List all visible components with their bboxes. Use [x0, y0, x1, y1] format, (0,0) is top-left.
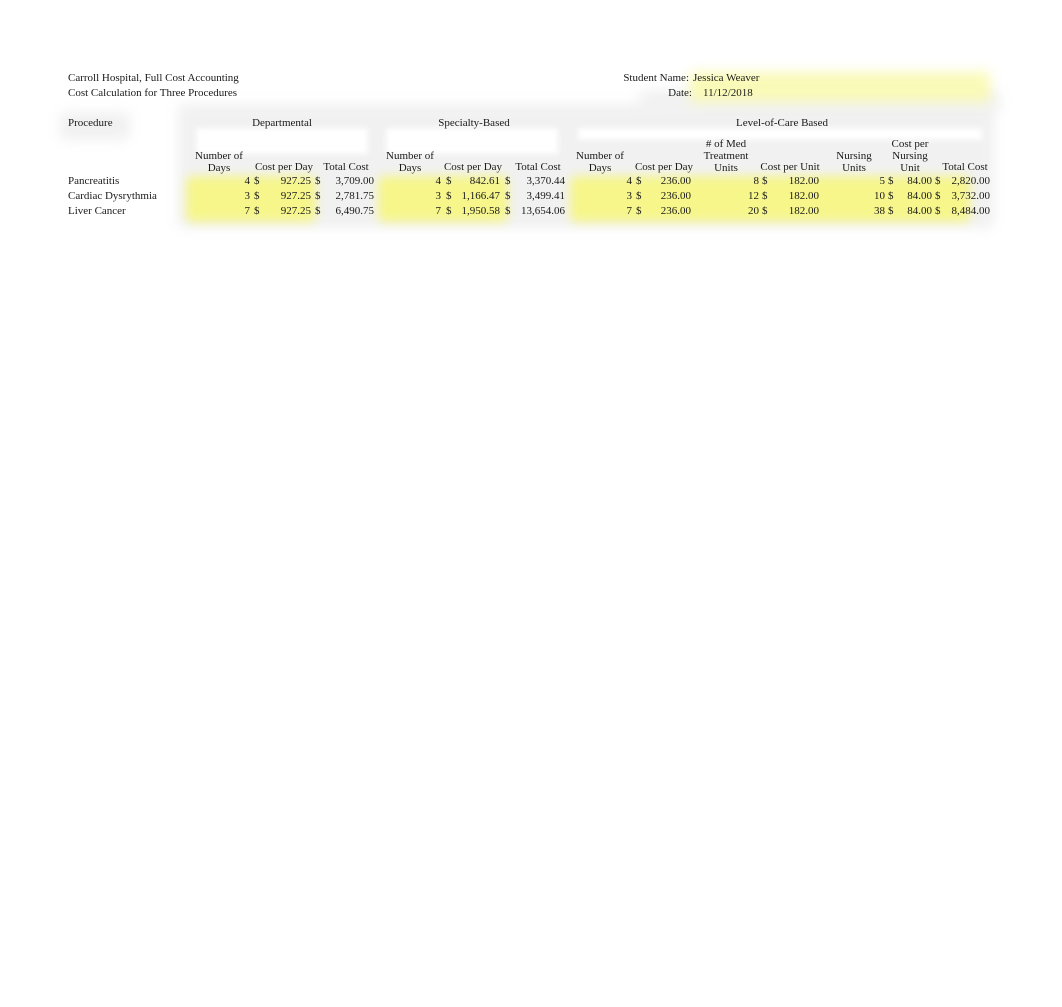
cell-dept-total: 2,781.75	[335, 190, 375, 202]
col-header-loc-med-units: # of Med Treatment Units	[694, 138, 758, 174]
col-header-loc-nursing-units: Nursing Units	[826, 150, 882, 174]
col-header-line: Days	[588, 162, 612, 174]
currency-sign: $	[315, 190, 321, 202]
col-header-line: Number of	[195, 150, 243, 162]
group-header-specialty: Specialty-Based	[438, 117, 510, 129]
currency-sign: $	[888, 175, 894, 187]
cell-spec-total: 3,499.41	[526, 190, 566, 202]
cell-loc-days[interactable]: 4	[572, 175, 633, 187]
col-header-line: Number of	[576, 150, 624, 162]
col-header-line: Nursing	[836, 150, 872, 162]
cell-spec-total: 13,654.06	[521, 205, 565, 217]
cell-dept-cost-per-day[interactable]: 927.25	[251, 190, 311, 202]
col-header-loc-total: Total Cost	[942, 161, 988, 173]
col-header-line: Number of	[386, 150, 434, 162]
group-header-level-of-care: Level-of-Care Based	[736, 117, 828, 129]
currency-sign: $	[446, 175, 452, 187]
cell-spec-days[interactable]: 7	[381, 205, 442, 217]
currency-sign: $	[935, 190, 941, 202]
currency-sign: $	[762, 175, 768, 187]
col-header-dept-cost-per-day: Cost per Day	[254, 161, 314, 173]
cell-dept-days[interactable]: 4	[190, 175, 251, 187]
col-header-line: Days	[207, 162, 231, 174]
cell-procedure: Pancreatitis	[68, 175, 120, 187]
col-header-line: Unit	[900, 162, 920, 174]
cell-loc-cost-per-nursing[interactable]: 84.00	[872, 190, 932, 202]
currency-sign: $	[888, 190, 894, 202]
col-header-line: Days	[398, 162, 422, 174]
currency-sign: $	[315, 175, 321, 187]
procedure-header: Procedure	[68, 117, 113, 129]
cell-loc-cost-per-unit[interactable]: 182.00	[759, 190, 819, 202]
currency-sign: $	[505, 205, 511, 217]
cell-dept-days[interactable]: 7	[190, 205, 251, 217]
col-header-loc-cost-per-nursing: Cost per Nursing Unit	[882, 138, 938, 174]
date-value[interactable]: 11/12/2018	[703, 87, 753, 99]
currency-sign: $	[636, 205, 642, 217]
group-header-departmental: Departmental	[252, 117, 312, 129]
col-header-line: Cost per	[891, 138, 929, 150]
col-header-spec-cost-per-day: Cost per Day	[443, 161, 503, 173]
cell-dept-cost-per-day[interactable]: 927.25	[251, 175, 311, 187]
col-header-loc-cost-per-day: Cost per Day	[634, 161, 694, 173]
currency-sign: $	[935, 175, 941, 187]
cell-loc-cost-per-unit[interactable]: 182.00	[759, 205, 819, 217]
student-name-value[interactable]: Jessica Weaver	[693, 72, 759, 84]
col-header-line: Nursing	[892, 150, 928, 162]
currency-sign: $	[888, 205, 894, 217]
currency-sign: $	[636, 175, 642, 187]
cell-spec-total: 3,370.44	[526, 175, 566, 187]
cell-loc-cost-per-nursing[interactable]: 84.00	[872, 205, 932, 217]
cell-loc-med-units[interactable]: 20	[699, 205, 759, 217]
student-name-label: Student Name:	[623, 72, 689, 84]
cell-dept-total: 6,490.75	[335, 205, 375, 217]
cell-loc-days[interactable]: 7	[572, 205, 633, 217]
cell-dept-days[interactable]: 3	[190, 190, 251, 202]
col-header-line: Units	[842, 162, 866, 174]
col-header-line: Treatment	[703, 150, 749, 162]
cell-loc-med-units[interactable]: 8	[699, 175, 760, 187]
cell-loc-cost-per-unit[interactable]: 182.00	[759, 175, 819, 187]
currency-sign: $	[254, 175, 260, 187]
currency-sign: $	[762, 190, 768, 202]
cell-procedure: Liver Cancer	[68, 205, 126, 217]
currency-sign: $	[254, 190, 260, 202]
col-header-loc-days: Number of Days	[567, 150, 633, 174]
cell-spec-days[interactable]: 4	[381, 175, 442, 187]
report-title: Carroll Hospital, Full Cost Accounting	[68, 72, 239, 84]
col-header-spec-total: Total Cost	[515, 161, 561, 173]
cell-dept-total: 3,709.00	[335, 175, 375, 187]
col-header-line: # of Med	[705, 138, 747, 150]
currency-sign: $	[935, 205, 941, 217]
report-subtitle: Cost Calculation for Three Procedures	[68, 87, 238, 99]
cell-dept-cost-per-day[interactable]: 927.25	[251, 205, 311, 217]
currency-sign: $	[636, 190, 642, 202]
currency-sign: $	[762, 205, 768, 217]
col-header-loc-cost-per-unit: Cost per Unit	[760, 161, 820, 173]
cell-loc-med-units[interactable]: 12	[699, 190, 759, 202]
cell-procedure: Cardiac Dysrythmia	[68, 190, 157, 202]
date-label: Date:	[668, 87, 692, 99]
currency-sign: $	[254, 205, 260, 217]
currency-sign: $	[505, 190, 511, 202]
col-header-spec-days: Number of Days	[377, 150, 443, 174]
col-header-line: Units	[714, 162, 738, 174]
currency-sign: $	[446, 205, 452, 217]
currency-sign: $	[505, 175, 511, 187]
cell-loc-days[interactable]: 3	[572, 190, 633, 202]
currency-sign: $	[446, 190, 452, 202]
cell-spec-days[interactable]: 3	[381, 190, 442, 202]
cell-loc-cost-per-nursing[interactable]: 84.00	[872, 175, 932, 187]
col-header-dept-days: Number of Days	[186, 150, 252, 174]
currency-sign: $	[315, 205, 321, 217]
col-header-dept-total: Total Cost	[323, 161, 369, 173]
